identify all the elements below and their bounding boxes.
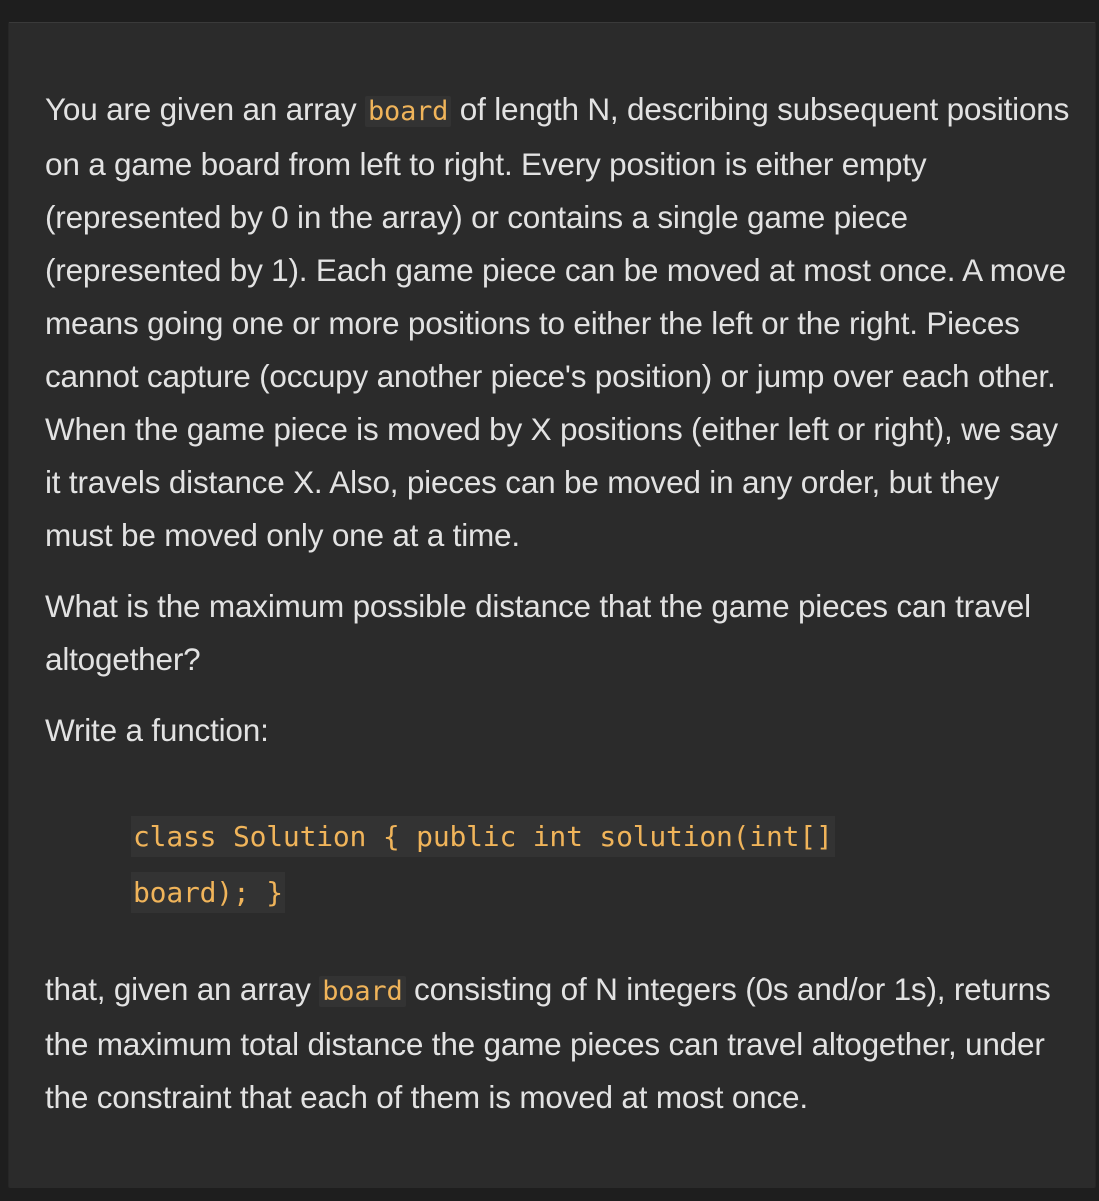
problem-panel: You are given an array board of length N… — [8, 22, 1096, 1188]
intro-paragraph: You are given an array board of length N… — [45, 83, 1075, 562]
problem-statement: You are given an array board of length N… — [45, 83, 1075, 1142]
inline-code-board-2: board — [319, 976, 406, 1007]
window-background: You are given an array board of length N… — [0, 0, 1099, 1201]
intro-text-before: You are given an array — [45, 91, 365, 127]
inline-code-board: board — [364, 96, 452, 127]
code-text: class Solution { public int solution(int… — [131, 816, 835, 913]
instruction-paragraph: Write a function: — [45, 712, 269, 748]
return-text-before: that, given an array — [45, 971, 320, 1007]
return-paragraph: that, given an array board consisting of… — [45, 963, 1075, 1124]
question-paragraph: What is the maximum possible distance th… — [45, 588, 1031, 677]
function-signature-code: class Solution { public int solution(int… — [131, 809, 941, 921]
intro-text-after: of length N, describing subsequent posit… — [45, 91, 1070, 553]
